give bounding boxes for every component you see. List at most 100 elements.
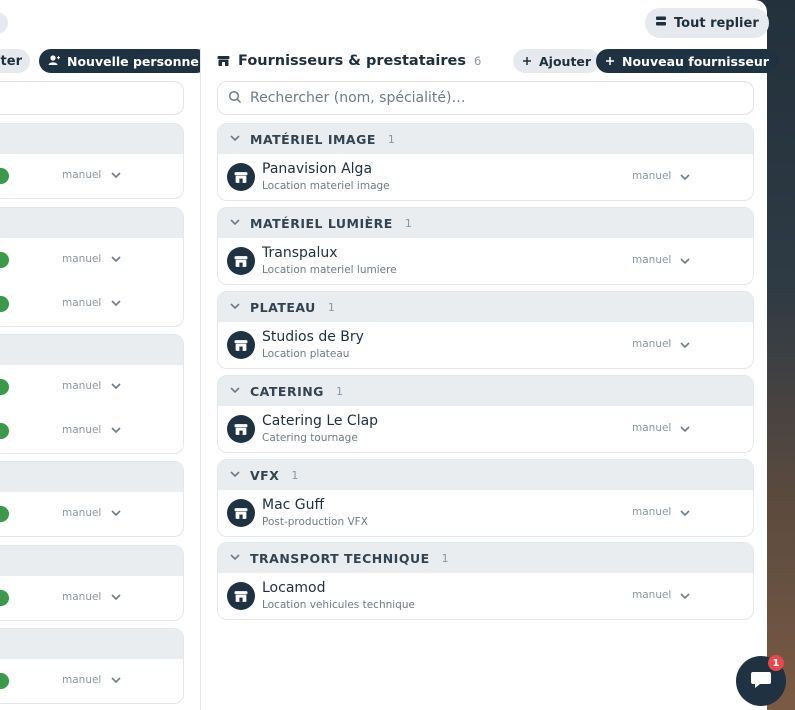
chevron-down-icon[interactable] (228, 298, 242, 317)
supplier-specialty: Catering tournage (262, 432, 358, 444)
new-person-label: Nouvelle personne (67, 53, 199, 69)
team-group-header[interactable] (0, 546, 183, 576)
team-group-header[interactable] (0, 462, 183, 492)
chevron-down-icon[interactable] (228, 549, 242, 568)
new-supplier-button[interactable]: Nouveau fournisseur (596, 49, 778, 73)
supplier-group-header[interactable]: CATERING 1 (218, 376, 753, 406)
chevron-down-icon[interactable] (109, 251, 123, 270)
supplier-row[interactable]: Catering Le Clap Catering tournage manuel (218, 406, 753, 452)
chat-badge: 1 (768, 655, 784, 671)
status-dot (0, 168, 9, 184)
plus-icon (522, 54, 532, 69)
team-group: manuel (0, 461, 184, 537)
team-row[interactable]: manuel (0, 492, 183, 536)
team-row[interactable]: manuel (0, 282, 183, 326)
chevron-down-icon[interactable] (678, 588, 692, 607)
chevron-down-icon[interactable] (109, 422, 123, 441)
team-row[interactable]: manuel (0, 238, 183, 282)
supplier-group-header[interactable]: MATÉRIEL LUMIÈRE 1 (218, 208, 753, 238)
chevron-down-icon[interactable] (109, 167, 123, 186)
team-row[interactable]: manuel (0, 659, 183, 703)
chevron-down-icon[interactable] (109, 295, 123, 314)
team-group: manuel (0, 545, 184, 621)
plus-icon (605, 54, 615, 69)
team-row-mode: manuel (62, 591, 102, 603)
add-supplier-button[interactable]: Ajouter (513, 49, 601, 73)
chevron-down-icon[interactable] (228, 130, 242, 149)
supplier-group-header[interactable]: VFX 1 (218, 460, 753, 490)
supplier-mode: manuel (632, 338, 672, 350)
chevron-down-icon[interactable] (678, 253, 692, 272)
supplier-group: MATÉRIEL IMAGE 1 Panavision Alga Location m… (217, 123, 754, 201)
supplier-group-header[interactable]: MATÉRIEL IMAGE 1 (218, 124, 753, 154)
supplier-specialty: Location materiel lumiere (262, 264, 397, 276)
supplier-name: Studios de Bry (262, 329, 364, 345)
supplier-specialty: Post-production VFX (262, 516, 368, 528)
team-row[interactable]: manuel (0, 154, 183, 198)
chevron-down-icon[interactable] (228, 382, 242, 401)
chevron-down-icon[interactable] (678, 169, 692, 188)
team-row[interactable]: manuel (0, 409, 183, 453)
status-dot (0, 296, 9, 312)
collapse-all-button[interactable]: Tout replier (645, 8, 769, 38)
team-add-button[interactable]: uter (0, 49, 30, 73)
team-group: manuel manuel (0, 207, 184, 327)
chevron-down-icon[interactable] (109, 672, 123, 691)
supplier-row[interactable]: Transpalux Location materiel lumiere manue… (218, 238, 753, 284)
new-supplier-label: Nouveau fournisseur (622, 53, 769, 69)
supplier-row[interactable]: Studios de Bry Location plateau manuel (218, 322, 753, 368)
store-icon (227, 331, 255, 359)
supplier-mode: manuel (632, 170, 672, 182)
supplier-group-header[interactable]: TRANSPORT TECHNIQUE 1 (218, 543, 753, 573)
team-row-mode: manuel (62, 424, 102, 436)
supplier-row[interactable]: Locamod Location vehicules technique manue… (218, 573, 753, 619)
group-name: CATERING (250, 383, 324, 399)
team-group-header[interactable] (0, 335, 183, 365)
chevron-down-icon[interactable] (109, 589, 123, 608)
supplier-name: Locamod (262, 580, 326, 596)
team-row[interactable]: manuel (0, 576, 183, 620)
team-row-mode: manuel (62, 380, 102, 392)
team-group-header[interactable] (0, 124, 183, 154)
chevron-down-icon[interactable] (678, 337, 692, 356)
team-add-label: uter (0, 53, 22, 69)
chevron-down-icon[interactable] (678, 505, 692, 524)
supplier-specialty: Location plateau (262, 348, 350, 360)
supplier-search-input[interactable]: Rechercher (nom, spécialité)… (217, 81, 754, 115)
supplier-name: Catering Le Clap (262, 413, 379, 429)
person-add-icon (48, 54, 60, 69)
team-row-mode: manuel (62, 297, 102, 309)
supplier-row[interactable]: Mac Guff Post-production VFX manuel (218, 490, 753, 536)
supplier-name: Panavision Alga (262, 161, 373, 177)
team-group-header[interactable] (0, 208, 183, 238)
store-icon (227, 499, 255, 527)
chevron-down-icon[interactable] (109, 378, 123, 397)
supplier-mode: manuel (632, 506, 672, 518)
group-count: 1 (291, 468, 299, 482)
suppliers-header: Fournisseurs & prestataires 6 (217, 49, 481, 73)
supplier-group: TRANSPORT TECHNIQUE 1 Locamod Location vehi… (217, 542, 754, 620)
suppliers-title: Fournisseurs & prestataires (238, 53, 466, 69)
search-placeholder: Rechercher (nom, spécialité)… (250, 90, 466, 106)
status-dot (0, 423, 9, 439)
team-search-input[interactable] (0, 81, 184, 115)
team-row[interactable]: manuel (0, 365, 183, 409)
chevron-down-icon[interactable] (228, 466, 242, 485)
chevron-down-icon[interactable] (228, 214, 242, 233)
group-name: MATÉRIEL LUMIÈRE (250, 215, 393, 231)
new-person-button[interactable]: Nouvelle personne (39, 49, 200, 73)
chevron-down-icon[interactable] (109, 505, 123, 524)
team-group-header[interactable] (0, 629, 183, 659)
supplier-mode: manuel (632, 254, 672, 266)
team-group: manuel (0, 123, 184, 199)
supplier-group: VFX 1 Mac Guff Post-production VFX manuel (217, 459, 754, 537)
team-panel: uter Nouvelle personne manuel manuel (0, 0, 200, 710)
supplier-row[interactable]: Panavision Alga Location materiel image ma… (218, 154, 753, 200)
chevron-down-icon[interactable] (678, 421, 692, 440)
supplier-group-header[interactable]: PLATEAU 1 (218, 292, 753, 322)
team-row-mode: manuel (62, 674, 102, 686)
suppliers-count: 6 (474, 54, 482, 68)
status-dot (0, 379, 9, 395)
supplier-group: CATERING 1 Catering Le Clap Catering tourna… (217, 375, 754, 453)
status-dot (0, 673, 9, 689)
